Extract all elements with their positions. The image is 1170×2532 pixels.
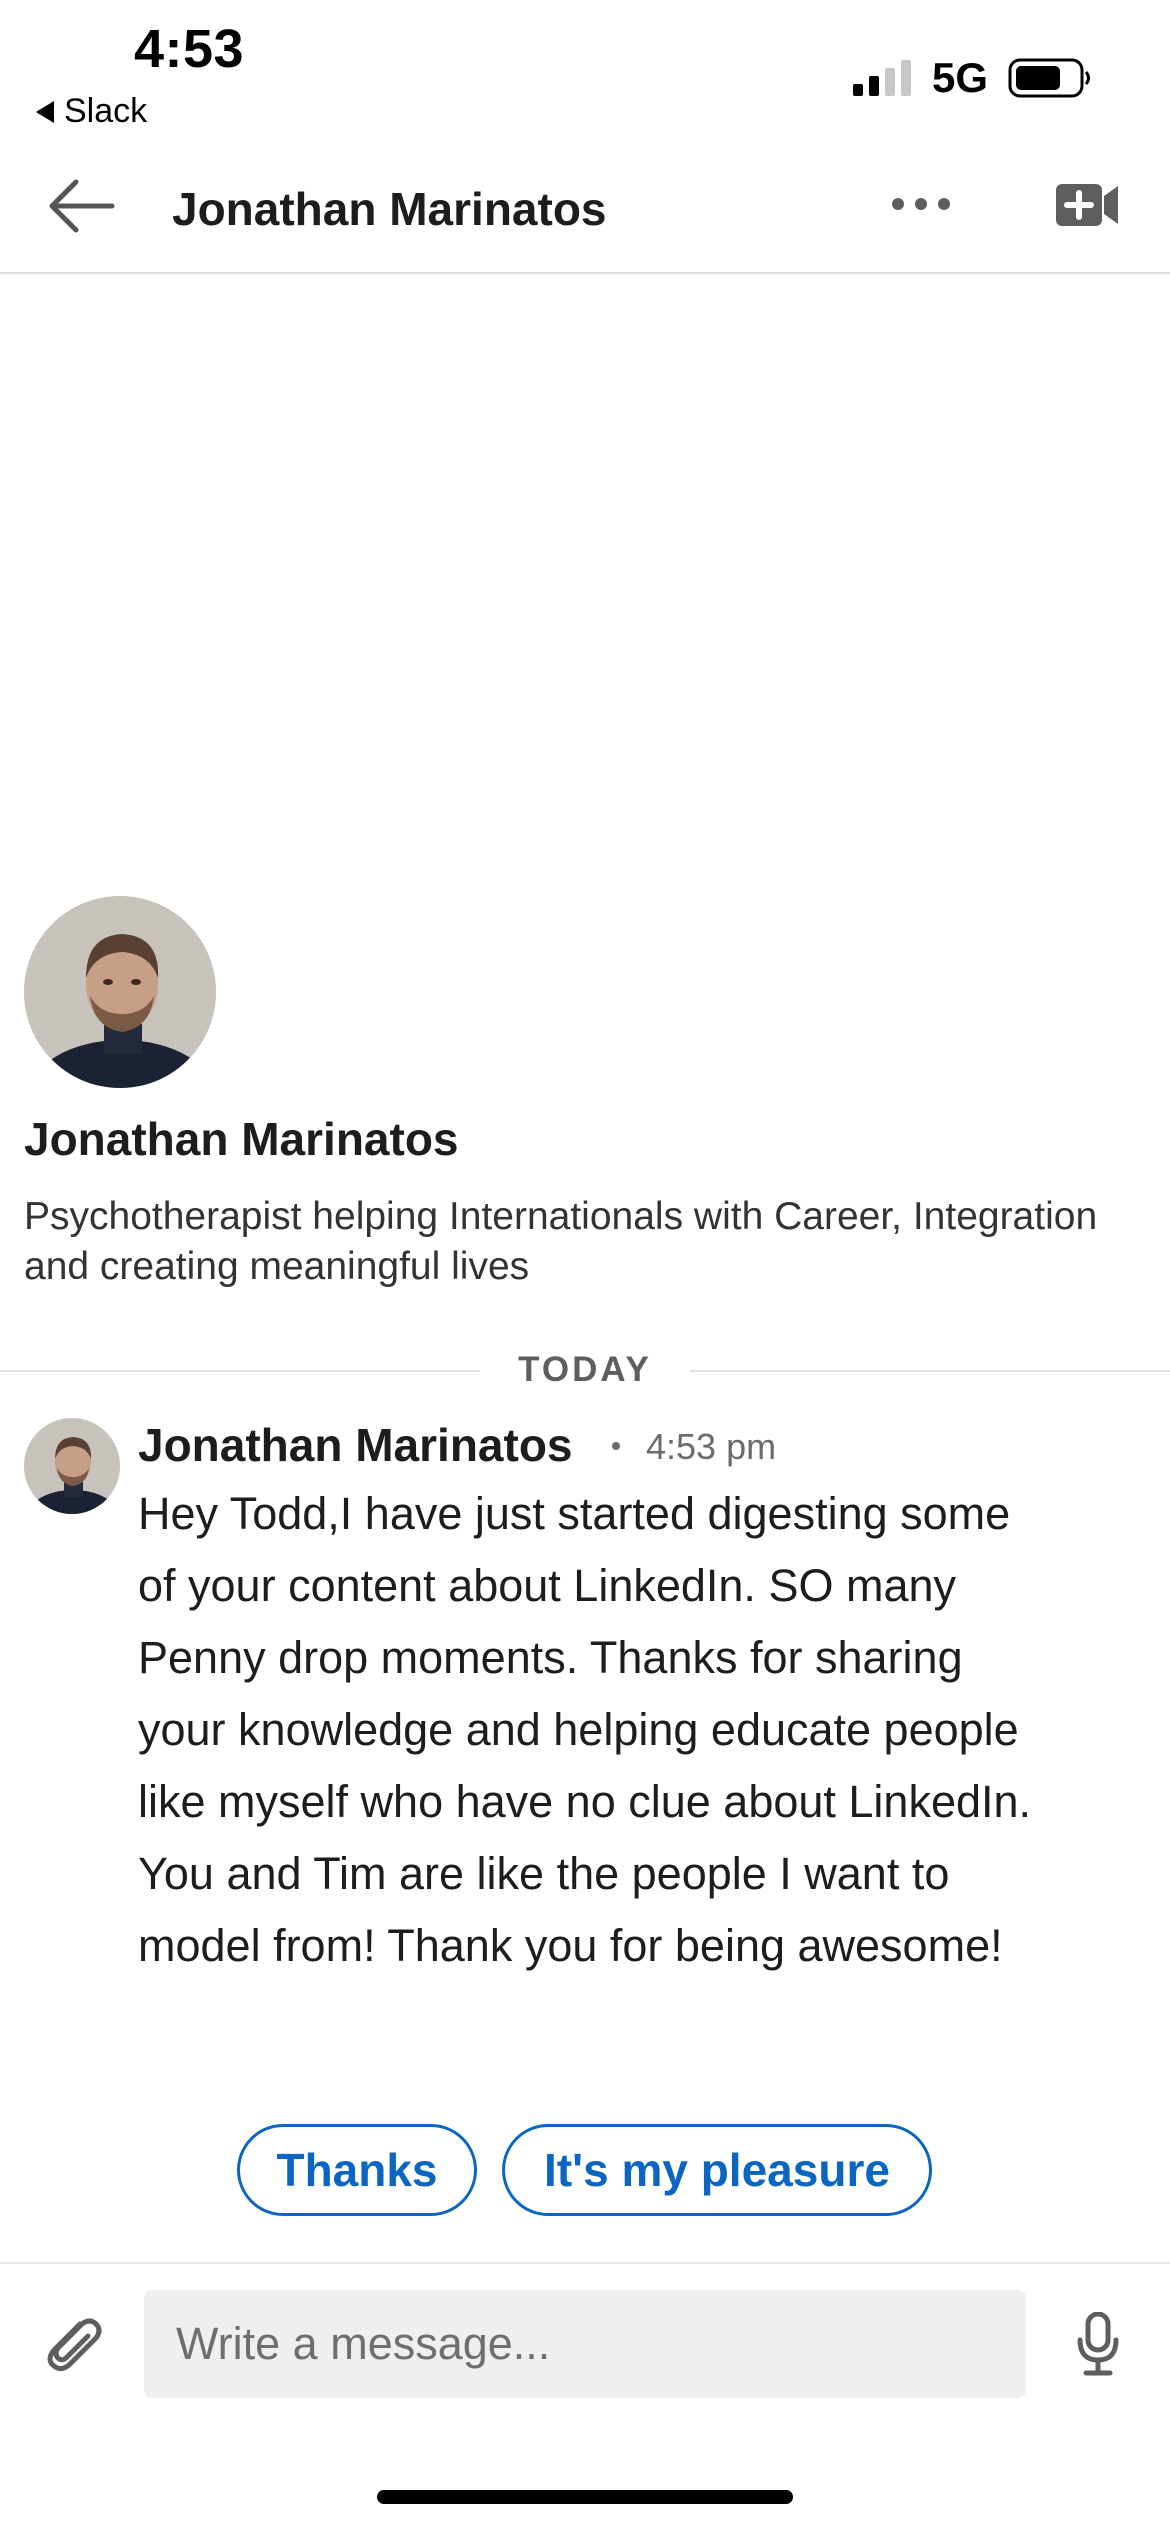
more-icon[interactable] bbox=[892, 198, 950, 210]
smart-reply-pleasure[interactable]: It's my pleasure bbox=[502, 2124, 932, 2216]
status-time: 4:53 bbox=[134, 19, 245, 79]
separator-dot bbox=[612, 1442, 620, 1450]
message-input[interactable] bbox=[144, 2290, 1026, 2398]
profile-name[interactable]: Jonathan Marinatos bbox=[24, 1112, 459, 1166]
video-call-icon[interactable] bbox=[1054, 180, 1120, 235]
message-body: Hey Todd,I have just started digesting s… bbox=[138, 1488, 1032, 1971]
message-avatar[interactable] bbox=[24, 1418, 120, 1514]
conversation-title[interactable]: Jonathan Marinatos bbox=[172, 182, 607, 236]
back-to-app-link[interactable]: Slack bbox=[36, 92, 147, 131]
smart-reply-thanks[interactable]: Thanks bbox=[237, 2124, 477, 2216]
composer-divider bbox=[0, 2262, 1170, 2264]
profile-headline: Psychotherapist helping Internationals w… bbox=[24, 1195, 1098, 1288]
paperclip-icon[interactable] bbox=[40, 2310, 106, 2381]
network-type: 5G bbox=[932, 54, 989, 101]
home-indicator[interactable] bbox=[377, 2490, 793, 2504]
profile-avatar[interactable] bbox=[24, 896, 216, 1088]
microphone-icon[interactable] bbox=[1076, 2311, 1120, 2381]
message-sender[interactable]: Jonathan Marinatos bbox=[138, 1418, 573, 1472]
battery-icon bbox=[1008, 56, 1094, 105]
signal-icon bbox=[853, 60, 911, 96]
back-app-label: Slack bbox=[64, 92, 148, 130]
back-arrow-icon[interactable] bbox=[46, 176, 116, 241]
message-timestamp: 4:53 pm bbox=[646, 1426, 777, 1467]
back-triangle-icon bbox=[36, 100, 54, 123]
day-divider-label: TODAY bbox=[480, 1344, 690, 1396]
